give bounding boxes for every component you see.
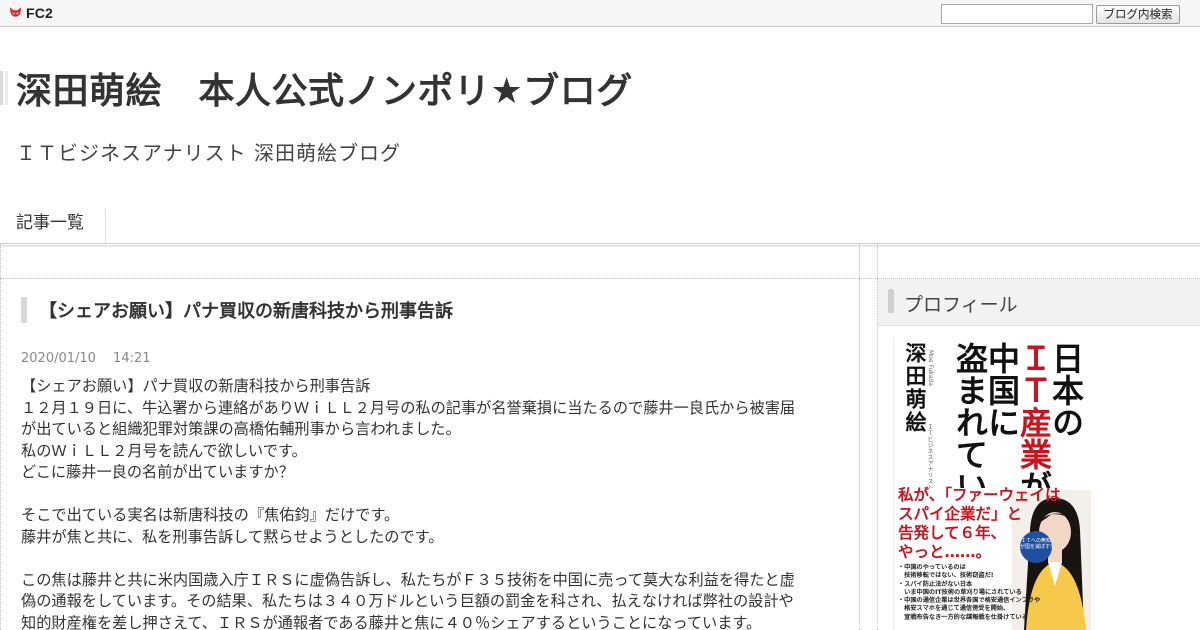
- book-slogan: 私が、「ファーウェイは スパイ企業だ」と 告発して６年、 やっと……。: [898, 486, 1060, 562]
- entry-paragraph: 偽の通報をしています。その結果、私たちは３４０万ドルという巨額の罰金を科され、払…: [21, 592, 794, 610]
- entry-paragraph: が出ていると組織犯罪対策課の高橋佑輔刑事から言われました。: [21, 420, 461, 438]
- book-title-line-2: ＩＴ産業が: [1015, 342, 1053, 502]
- book-title-line-3: 中国に: [983, 342, 1021, 438]
- entry-paragraph: どこに藤井一良の名前が出ていますか？: [21, 463, 294, 481]
- title-decoration: [0, 71, 8, 105]
- entry-date: 2020/01/10 14:21: [21, 351, 151, 366]
- entry-paragraph: １２月１９日に、牛込署から連絡がありＷｉＬＬ２月号の私の記事が名誉棄損に当たるの…: [21, 398, 796, 417]
- entry-header: 【シェアお願い】パナ買収の新唐科技から刑事告訴: [21, 297, 453, 323]
- book-bullet: 格安スマホを通じて通信傍受を開始、: [898, 605, 1010, 613]
- entry-paragraph: この焦は藤井と共に米内国歳入庁ＩＲＳに虚偽告訴し、私たちがＦ３５技術を中国に売っ…: [21, 570, 795, 589]
- site-title[interactable]: 深田萌絵 本人公式ノンポリ★ブログ: [16, 62, 633, 114]
- global-nav: 記事一覧: [0, 209, 1200, 244]
- book-slogan-line: スパイ企業だ」と: [898, 505, 1023, 523]
- entry-paragraph: 私のＷｉＬＬ２月号を読んで欲しいです。: [21, 441, 307, 460]
- entry-title[interactable]: 【シェアお願い】パナ買収の新唐科技から刑事告訴: [39, 297, 453, 323]
- blog-search-button[interactable]: ブログ内検索: [1096, 5, 1180, 24]
- blog-search-input[interactable]: [941, 4, 1093, 24]
- profile-title-decoration: [888, 289, 894, 313]
- fc2-logo[interactable]: FC2: [8, 5, 53, 21]
- fc2-toolbar: FC2 ブログ内検索: [0, 0, 1200, 27]
- book-author-romaji: Moe Fukada: [927, 350, 934, 386]
- book-bullet: ・スパイ防止法がない日本: [898, 580, 973, 588]
- entry-title-decoration: [21, 297, 27, 323]
- fc2-logo-text: FC2: [26, 5, 54, 21]
- book-bullet: 宣戦布告なき一方的な諜報戦を仕掛けている: [898, 613, 1028, 621]
- book-author: 深田萌絵: [903, 342, 928, 434]
- site-title-block: 深田萌絵 本人公式ノンポリ★ブログ: [0, 66, 633, 112]
- fc2-fox-icon: [9, 7, 22, 17]
- book-author-role: ＩＴビジネスアナリスト: [926, 424, 933, 490]
- site-description: ＩＴビジネスアナリスト 深田萌絵ブログ: [16, 141, 401, 165]
- column-gutter: [860, 244, 878, 630]
- book-cover-image[interactable]: 深田萌絵 Moe Fukada ＩＴビジネスアナリスト 日本の ＩＴ産業が 中国…: [893, 338, 1091, 630]
- entry-paragraph: そこで出ている実名は新唐科技の『焦佑鈞』だけです。: [21, 506, 400, 524]
- nav-item-articles[interactable]: 記事一覧: [0, 209, 106, 243]
- entry-paragraph: 知的財産権を差し押さえて、ＩＲＳが通報者である藤井と焦に４０％シェアするというこ…: [21, 613, 762, 630]
- entry-paragraph: 藤井が焦と共に、私を刑事告訴して黙らせようとしたのです。: [21, 527, 444, 546]
- entry-body: 【シェアお願い】パナ買収の新唐科技から刑事告訴 １２月１９日に、牛込署から連絡が…: [21, 376, 841, 630]
- entry-paragraph: [21, 548, 841, 570]
- book-slogan-line: やっと……。: [898, 543, 992, 561]
- book-slogan-line: 告発して６年、: [898, 524, 1007, 542]
- book-bullet: いま中国のIT技術の草刈り場にされている: [898, 588, 1022, 596]
- book-bullet: 技術移転ではない、技術窃盗だ!: [898, 572, 994, 580]
- entry-paragraph: [21, 484, 841, 506]
- book-title-line-1: 日本の: [1047, 342, 1085, 438]
- book-slogan-line: 私が、「ファーウェイは: [898, 486, 1061, 504]
- profile-title: プロフィール: [904, 294, 1018, 316]
- entry-paragraph: 【シェアお願い】パナ買収の新唐科技から刑事告訴: [21, 377, 371, 395]
- book-bullets: ・中国のやっているのは 技術移転ではない、技術窃盗だ! ・スパイ防止法がない日本…: [898, 564, 1040, 622]
